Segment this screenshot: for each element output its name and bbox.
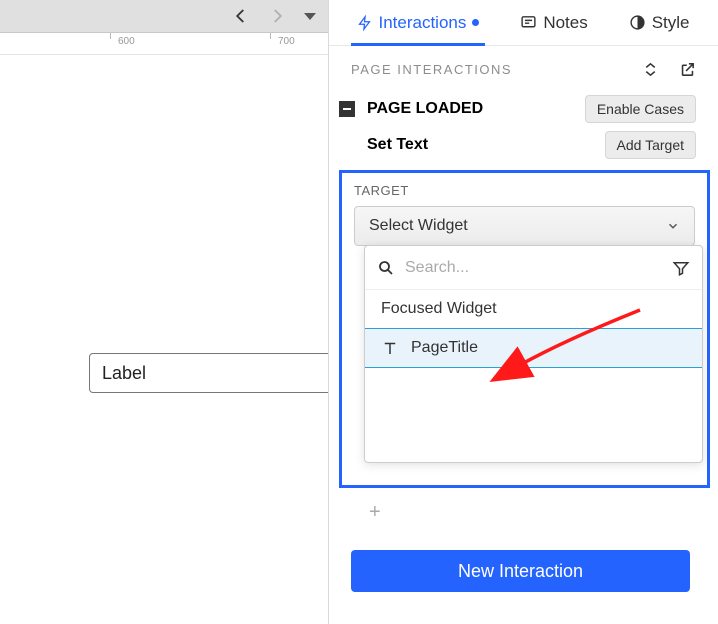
tab-label: Interactions: [378, 13, 466, 33]
text-widget-icon: [381, 339, 399, 357]
collapse-toggle[interactable]: [339, 101, 355, 117]
forward-button[interactable]: [268, 7, 286, 25]
search-icon: [377, 259, 395, 277]
enable-cases-button[interactable]: Enable Cases: [585, 95, 696, 123]
event-name: PAGE LOADED: [367, 100, 585, 118]
target-editor: TARGET Select Widget Focused Widget: [339, 170, 710, 488]
new-interaction-button[interactable]: New Interaction: [351, 550, 690, 592]
horizontal-ruler: 600 700: [0, 33, 328, 55]
action-row[interactable]: Set Text Add Target: [329, 126, 718, 164]
open-external-icon[interactable]: [679, 61, 696, 78]
dropdown-option-label: Focused Widget: [381, 300, 497, 318]
add-target-button[interactable]: Add Target: [605, 131, 696, 159]
dropdown-option-focused-widget[interactable]: Focused Widget: [365, 290, 702, 328]
tab-interactions[interactable]: Interactions: [351, 0, 485, 46]
panel-tabs: Interactions Notes Style: [329, 0, 718, 46]
label-widget[interactable]: Label: [89, 353, 341, 393]
ruler-tick: 700: [278, 36, 295, 47]
target-select[interactable]: Select Widget: [354, 206, 695, 246]
unsaved-dot-icon: [472, 19, 479, 26]
design-canvas[interactable]: Label: [0, 55, 328, 624]
search-row: [365, 246, 702, 290]
inspector-panel: Interactions Notes Style PAGE INTERACTIO…: [328, 0, 718, 624]
tab-label: Style: [652, 13, 690, 33]
filter-icon[interactable]: [672, 259, 690, 277]
lightning-icon: [357, 14, 372, 32]
canvas-nav-toolbar: [0, 0, 328, 33]
target-select-text: Select Widget: [369, 217, 468, 235]
collapse-all-icon[interactable]: [642, 61, 659, 78]
label-widget-text: Label: [102, 363, 146, 384]
tab-style[interactable]: Style: [623, 0, 696, 46]
page-interactions-header: PAGE INTERACTIONS: [329, 46, 718, 92]
action-name: Set Text: [367, 136, 605, 154]
dropdown-option-label: PageTitle: [411, 339, 478, 357]
style-icon: [629, 14, 646, 31]
target-label: TARGET: [354, 183, 695, 198]
search-input[interactable]: [405, 259, 662, 277]
section-title: PAGE INTERACTIONS: [351, 62, 512, 77]
chevron-down-icon: [666, 219, 680, 233]
note-icon: [520, 14, 537, 31]
add-action-button[interactable]: +: [329, 488, 718, 522]
back-button[interactable]: [232, 7, 250, 25]
target-dropdown: Focused Widget PageTitle: [364, 245, 703, 463]
tab-label: Notes: [543, 13, 587, 33]
dropdown-option-pagetitle[interactable]: PageTitle: [365, 328, 702, 368]
tab-notes[interactable]: Notes: [514, 0, 593, 46]
page-dropdown-caret[interactable]: [304, 13, 316, 20]
ruler-tick: 600: [118, 36, 135, 47]
event-row[interactable]: PAGE LOADED Enable Cases: [329, 92, 718, 126]
